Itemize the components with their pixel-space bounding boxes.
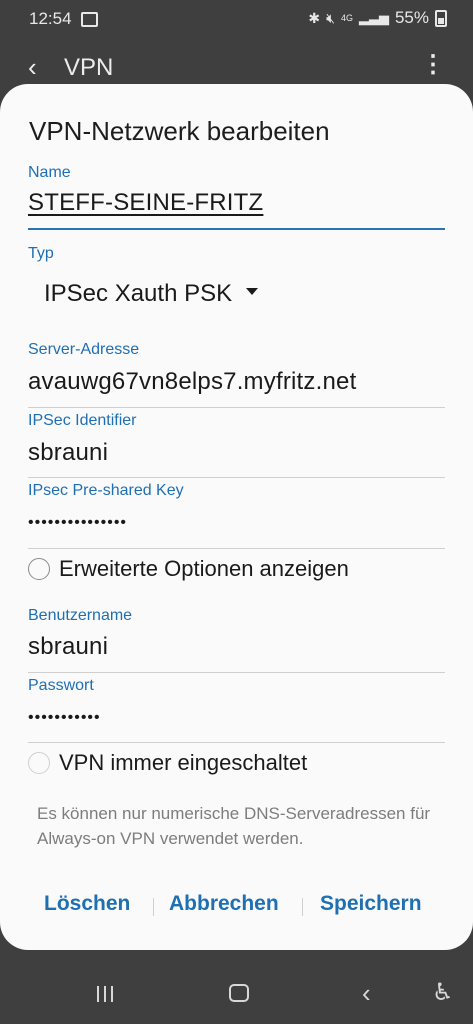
dns-info-text: Es können nur numerische DNS-Serveradres… bbox=[37, 804, 431, 848]
status-bar: 12:54 ✱ 🔇︎ 4G ▂▃▅ 55% bbox=[0, 0, 473, 38]
page-title: VPN bbox=[64, 54, 114, 81]
advanced-options-checkbox[interactable]: Erweiterte Optionen anzeigen bbox=[28, 556, 349, 582]
dropdown-arrow-icon bbox=[246, 288, 259, 296]
battery-percent: 55% bbox=[394, 8, 429, 27]
edit-vpn-dialog: VPN-Netzwerk bearbeiten Name STEFF-SEINE… bbox=[0, 84, 473, 950]
status-icons: ✱ 🔇︎ 4G ▂▃▅ 55% bbox=[308, 8, 447, 28]
dialog-actions: Löschen Abbrechen Speichern bbox=[0, 892, 473, 924]
button-divider bbox=[153, 898, 154, 916]
navigation-bar: ‹ ♿︎ bbox=[0, 966, 473, 1024]
home-icon[interactable] bbox=[229, 984, 249, 1002]
type-label: Typ bbox=[28, 245, 54, 262]
battery-icon bbox=[435, 9, 447, 27]
psk-label: IPsec Pre-shared Key bbox=[28, 482, 184, 499]
server-address-label: Server-Adresse bbox=[28, 341, 140, 358]
cancel-button[interactable]: Abbrechen bbox=[169, 892, 279, 916]
mute-icon: 🔇︎ bbox=[326, 9, 335, 26]
nav-back-icon[interactable]: ‹ bbox=[362, 978, 371, 1009]
back-arrow-icon[interactable]: ‹ bbox=[28, 52, 37, 83]
name-label: Name bbox=[28, 164, 71, 181]
username-label: Benutzername bbox=[28, 607, 133, 624]
advanced-options-label: Erweiterte Optionen anzeigen bbox=[59, 556, 349, 581]
status-time: 12:54 bbox=[29, 9, 72, 28]
signal-icon: ▂▃▅ bbox=[358, 10, 389, 25]
always-on-label: VPN immer eingeschaltet bbox=[59, 750, 308, 775]
bluetooth-icon: ✱ bbox=[308, 9, 321, 26]
password-label: Passwort bbox=[28, 677, 94, 694]
psk-underline bbox=[28, 548, 445, 549]
image-notification-icon bbox=[81, 12, 98, 27]
ipsec-identifier-label: IPSec Identifier bbox=[28, 412, 137, 429]
name-input-underline bbox=[28, 228, 445, 230]
username-input[interactable]: sbrauni bbox=[28, 633, 108, 661]
server-address-input[interactable]: avauwg67vn8elps7.myfritz.net bbox=[28, 368, 356, 396]
ipsec-identifier-underline bbox=[28, 477, 445, 478]
password-input[interactable]: ••••••••••• bbox=[28, 709, 101, 727]
password-underline bbox=[28, 742, 445, 743]
delete-button[interactable]: Löschen bbox=[44, 892, 130, 916]
button-divider bbox=[302, 898, 303, 916]
ipsec-identifier-input[interactable]: sbrauni bbox=[28, 439, 108, 467]
type-select-value: IPSec Xauth PSK bbox=[44, 280, 233, 307]
network-type-label: 4G bbox=[340, 13, 353, 23]
always-on-radio-icon bbox=[28, 752, 50, 774]
always-on-vpn-checkbox[interactable]: VPN immer eingeschaltet bbox=[28, 750, 307, 776]
advanced-options-radio-icon bbox=[28, 558, 50, 580]
type-select[interactable]: IPSec Xauth PSK bbox=[44, 280, 259, 308]
more-options-icon[interactable]: ⋮ bbox=[421, 50, 445, 79]
accessibility-icon[interactable]: ♿︎ bbox=[432, 978, 454, 1007]
save-button[interactable]: Speichern bbox=[320, 892, 422, 916]
server-address-underline bbox=[28, 407, 445, 408]
username-underline bbox=[28, 672, 445, 673]
psk-input[interactable]: ••••••••••••••• bbox=[28, 514, 127, 532]
name-input[interactable]: STEFF-SEINE-FRITZ bbox=[28, 189, 263, 217]
dialog-title: VPN-Netzwerk bearbeiten bbox=[29, 116, 330, 146]
recent-apps-icon[interactable] bbox=[97, 986, 115, 1002]
